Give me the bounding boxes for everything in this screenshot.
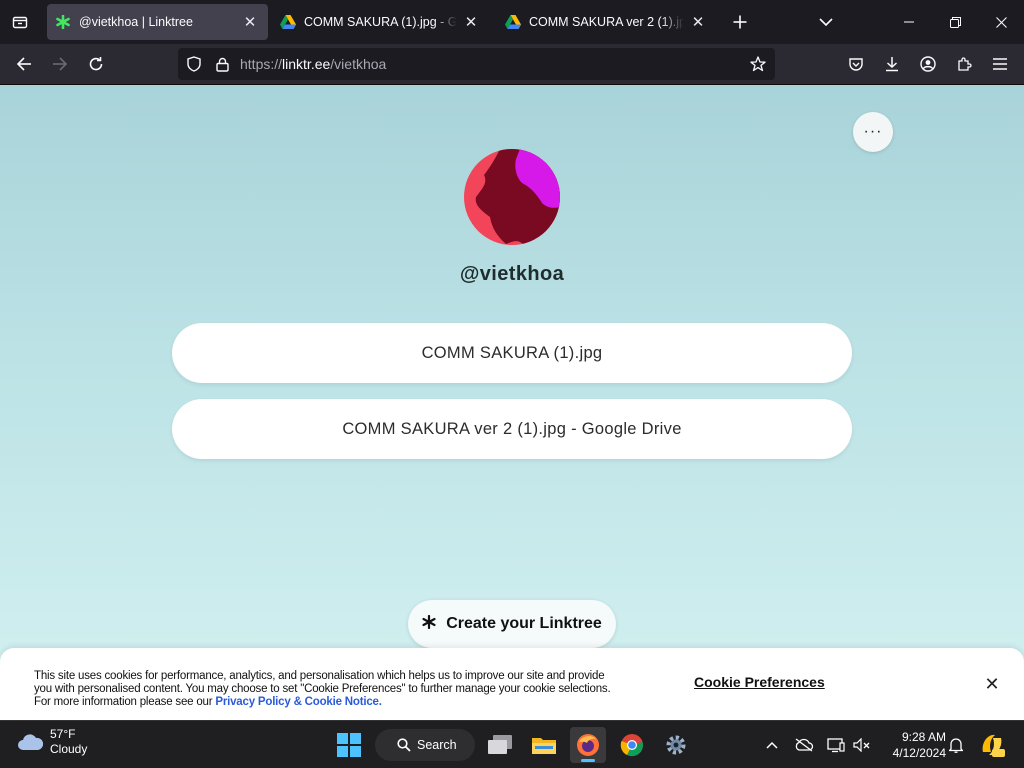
account-button[interactable] [913,49,943,79]
url-text: https://linktr.ee/vietkhoa [240,56,386,72]
create-linktree-label: Create your Linktree [446,615,602,632]
chrome-taskbar-button[interactable] [614,727,650,763]
firefox-taskbar-button[interactable] [570,727,606,763]
minimize-icon [904,21,914,23]
forward-button[interactable] [45,49,75,79]
task-view-icon [488,735,512,754]
arrow-left-icon [16,57,31,71]
search-label: Search [417,738,457,752]
notifications-button[interactable] [944,733,968,757]
tab-bar: @vietkhoa | Linktree ✕ COMM SAKURA (1).j… [0,0,1024,44]
weather-temp: 57°F [50,727,76,741]
copilot-preview-icon[interactable] [978,731,1006,759]
reload-button[interactable] [81,49,111,79]
tab-drive-2[interactable]: COMM SAKURA ver 2 (1).jpg - Google Drive… [497,4,716,40]
lock-icon[interactable] [208,50,236,78]
onedrive-tray-icon[interactable] [792,733,816,757]
weather-widget[interactable]: 57°F Cloudy [16,727,87,757]
chrome-icon [620,734,643,757]
link-button-comm-sakura-v2[interactable]: COMM SAKURA ver 2 (1).jpg - Google Drive [172,399,852,459]
chevron-up-icon [766,741,778,749]
cookie-preferences-button[interactable]: Cookie Preferences [694,674,825,690]
windows-logo-icon [337,733,361,757]
firefox-icon [577,734,599,756]
tracking-protection-shield-icon[interactable] [180,50,208,78]
tab-list-button[interactable] [6,8,34,36]
bell-icon [949,738,963,753]
network-tray-icon[interactable] [824,733,848,757]
active-app-indicator [581,759,595,762]
tab-close-icon[interactable]: ✕ [688,12,708,32]
task-view-button[interactable] [482,727,518,763]
pocket-icon [849,58,863,71]
search-icon [397,738,411,752]
start-button[interactable] [331,727,367,763]
gear-icon [666,735,686,755]
chevron-down-icon [819,18,833,27]
link-button-comm-sakura[interactable]: COMM SAKURA (1).jpg [172,323,852,383]
taskbar-clock[interactable]: 9:28 AM 4/12/2024 [882,729,946,761]
restore-icon [949,16,961,28]
back-button[interactable] [9,49,39,79]
windows-taskbar: 57°F Cloudy Search 9:28 AM 4/12/2024 [0,720,1024,768]
profile-handle: @vietkhoa [459,263,565,285]
tab-title: @vietkhoa | Linktree [79,15,193,29]
create-linktree-button[interactable]: Create your Linktree [408,600,616,648]
arrow-right-icon [53,57,68,71]
bookmark-star-icon[interactable] [744,50,772,78]
more-options-button[interactable]: ··· [853,112,893,152]
folder-icon [532,738,556,754]
plus-icon [733,15,747,29]
new-tab-button[interactable] [726,8,754,36]
tab-list-icon [12,16,28,29]
list-all-tabs-button[interactable] [812,8,840,36]
linktree-logo-icon [422,614,436,634]
reload-icon [89,57,103,71]
weather-desc: Cloudy [50,742,88,756]
clock-time: 9:28 AM [901,730,946,744]
google-drive-icon [280,14,296,30]
cookie-banner: This site uses cookies for performance, … [0,648,1024,720]
tab-drive-1[interactable]: COMM SAKURA (1).jpg - Google Drive ✕ [272,4,489,40]
url-scheme: https:// [240,56,283,72]
cookie-text: This site uses cookies for performance, … [34,670,624,709]
cookie-close-icon[interactable]: ✕ [980,672,1004,696]
cloud-icon [18,734,44,750]
tab-linktree[interactable]: @vietkhoa | Linktree ✕ [47,4,268,40]
google-drive-icon [505,14,521,30]
taskbar-search[interactable]: Search [375,729,475,761]
navigation-bar: https://linktr.ee/vietkhoa [0,44,1024,85]
tab-title: COMM SAKURA (1).jpg - Google Drive [304,15,457,29]
pocket-button[interactable] [841,49,871,79]
tab-close-icon[interactable]: ✕ [240,12,260,32]
settings-taskbar-button[interactable] [658,727,694,763]
tab-title: COMM SAKURA ver 2 (1).jpg - Google Drive [529,15,684,29]
close-icon [995,16,1007,28]
clock-date: 4/12/2024 [892,746,946,760]
url-host: linktr.ee [282,56,331,72]
restore-button[interactable] [932,0,978,44]
puzzle-icon [958,57,972,71]
privacy-policy-link[interactable]: Privacy Policy & Cookie Notice. [215,696,382,708]
hamburger-menu-icon [993,58,1007,70]
tab-close-icon[interactable]: ✕ [461,12,481,32]
url-path: /vietkhoa [330,56,387,72]
minimize-button[interactable] [886,0,932,44]
download-icon [886,57,898,72]
file-explorer-button[interactable] [526,727,562,763]
app-menu-button[interactable] [985,49,1015,79]
avatar [464,149,560,245]
show-hidden-icons-button[interactable] [760,733,784,757]
volume-muted-tray-icon[interactable] [850,733,874,757]
linktree-page: ··· @vietkhoa COMM SAKURA (1).jpg COMM S… [0,85,1024,720]
close-window-button[interactable] [978,0,1024,44]
linktree-favicon-icon [55,14,71,30]
address-bar[interactable]: https://linktr.ee/vietkhoa [178,48,775,80]
downloads-button[interactable] [877,49,907,79]
account-icon [920,56,936,72]
extensions-button[interactable] [949,49,979,79]
